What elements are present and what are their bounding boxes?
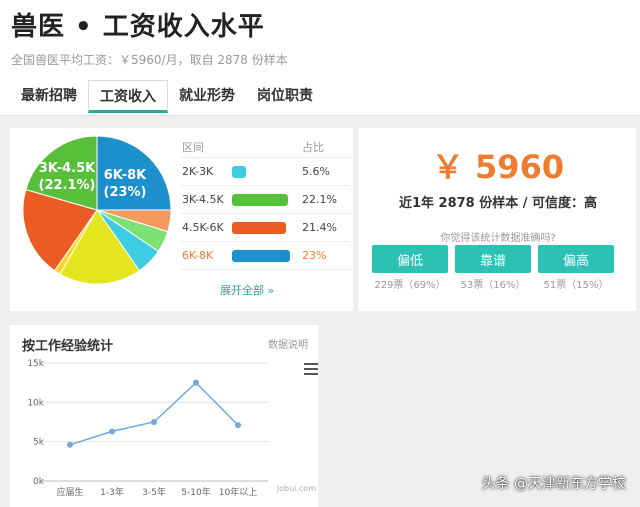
col-range-header: 区间 xyxy=(182,140,204,154)
x-tick-label: 1-3年 xyxy=(100,486,124,498)
vote-low-count: 229票（69%） xyxy=(374,280,446,291)
vote-accurate-button[interactable]: 靠谱 xyxy=(455,245,531,273)
data-notes-link[interactable]: 数据说明 xyxy=(268,336,308,351)
pie-label-3k-4-5k-pct: (22.1%) xyxy=(39,178,96,193)
y-tick-label: 10k xyxy=(27,398,44,408)
tab-employment[interactable]: 就业形势 xyxy=(168,80,246,113)
range-label: 4.5K-6K xyxy=(182,221,224,234)
col-pct-header: 占比 xyxy=(302,140,324,154)
salary-summary-card: ￥ 5960 近1年 2878 份样本 / 可信度：高 你觉得该统计数据准确吗?… xyxy=(356,128,636,311)
x-tick-label: 5-10年 xyxy=(181,486,210,498)
vote-accurate-count: 53票（16%） xyxy=(460,280,526,291)
table-row: 6K-8K 23% xyxy=(180,242,350,270)
salary-distribution-card: 6K-8K (23%) 3K-4.5K (22.1%) 区间 占比 2K-3K … xyxy=(10,128,353,311)
y-tick-label: 5k xyxy=(33,438,45,448)
pct-value: 5.6% xyxy=(302,165,330,178)
accuracy-question: 你觉得该统计数据准确吗? xyxy=(440,233,556,244)
range-label: 6K-8K xyxy=(182,249,214,262)
watermark-text: 头条 @天津新东方学校 xyxy=(481,476,626,492)
pct-bar xyxy=(232,249,290,262)
tab-bar: 最新招聘 工资收入 就业形势 岗位职责 xyxy=(10,80,324,113)
page-title: 兽医 • 工资收入水平 xyxy=(11,12,265,42)
data-point[interactable] xyxy=(109,428,115,435)
table-row: 4.5K-6K 21.4% xyxy=(180,214,350,242)
average-salary: ￥ 5960 xyxy=(431,148,565,186)
vote-high-button[interactable]: 偏高 xyxy=(538,245,614,273)
series-line xyxy=(69,381,239,446)
pct-value: 21.4% xyxy=(302,221,337,234)
pie-label-3k-4-5k: 3K-4.5K xyxy=(39,161,96,176)
tab-duties[interactable]: 岗位职责 xyxy=(246,80,324,113)
range-label: 2K-3K xyxy=(182,165,214,178)
tab-latest-jobs[interactable]: 最新招聘 xyxy=(10,80,88,113)
experience-line-chart: 0k 5k 10k 15k 应届生 1-3年 3-5年 5-10年 10年以上 xyxy=(27,359,268,498)
experience-card: 按工作经验统计 数据说明 0k 5k 10k 15k 应届生 1-3年 3-5年 5-10年… xyxy=(10,325,318,507)
pct-bar xyxy=(232,221,286,234)
hamburger-menu-icon[interactable] xyxy=(304,363,318,375)
data-point[interactable] xyxy=(193,379,199,386)
data-point[interactable] xyxy=(67,441,73,448)
vote-low-button[interactable]: 偏低 xyxy=(372,245,448,273)
x-tick-label: 10年以上 xyxy=(219,486,257,498)
x-tick-label: 3-5年 xyxy=(142,486,166,498)
pie-label-6k-8k: 6K-8K xyxy=(104,168,147,183)
vote-high-count: 51票（15%） xyxy=(543,280,609,291)
table-row: 2K-3K 5.6% xyxy=(180,158,350,186)
x-tick-label: 应届生 xyxy=(56,486,83,498)
tab-salary[interactable]: 工资收入 xyxy=(88,80,168,113)
y-tick-label: 15k xyxy=(27,359,44,369)
expand-all-link[interactable]: 展开全部 » xyxy=(220,282,274,298)
site-mark: jobui.com xyxy=(276,484,316,493)
y-tick-label: 0k xyxy=(33,477,45,487)
page-header: 兽医 • 工资收入水平 全国兽医平均工资：￥5960/月，取自 2878 份样本… xyxy=(0,0,640,116)
data-point[interactable] xyxy=(235,422,241,429)
pct-bar xyxy=(232,193,288,206)
range-label: 3K-4.5K xyxy=(182,193,224,206)
pie-label-6k-8k-pct: (23%) xyxy=(104,185,147,200)
pct-bar xyxy=(232,165,246,178)
table-header: 区间 占比 xyxy=(180,136,350,158)
pct-value: 23% xyxy=(302,249,327,262)
experience-title: 按工作经验统计 xyxy=(22,339,114,354)
salary-pie-chart: 6K-8K (23%) 3K-4.5K (22.1%) xyxy=(22,135,172,285)
sample-info: 近1年 2878 份样本 / 可信度：高 xyxy=(398,196,598,211)
table-row: 3K-4.5K 22.1% xyxy=(180,186,350,214)
distribution-table: 区间 占比 2K-3K 5.6% 3K-4.5K 22.1% 4.5K-6K 2… xyxy=(180,136,350,270)
data-point[interactable] xyxy=(151,419,157,425)
pct-value: 22.1% xyxy=(302,193,337,206)
page-subtitle: 全国兽医平均工资：￥5960/月，取自 2878 份样本 xyxy=(11,53,288,67)
